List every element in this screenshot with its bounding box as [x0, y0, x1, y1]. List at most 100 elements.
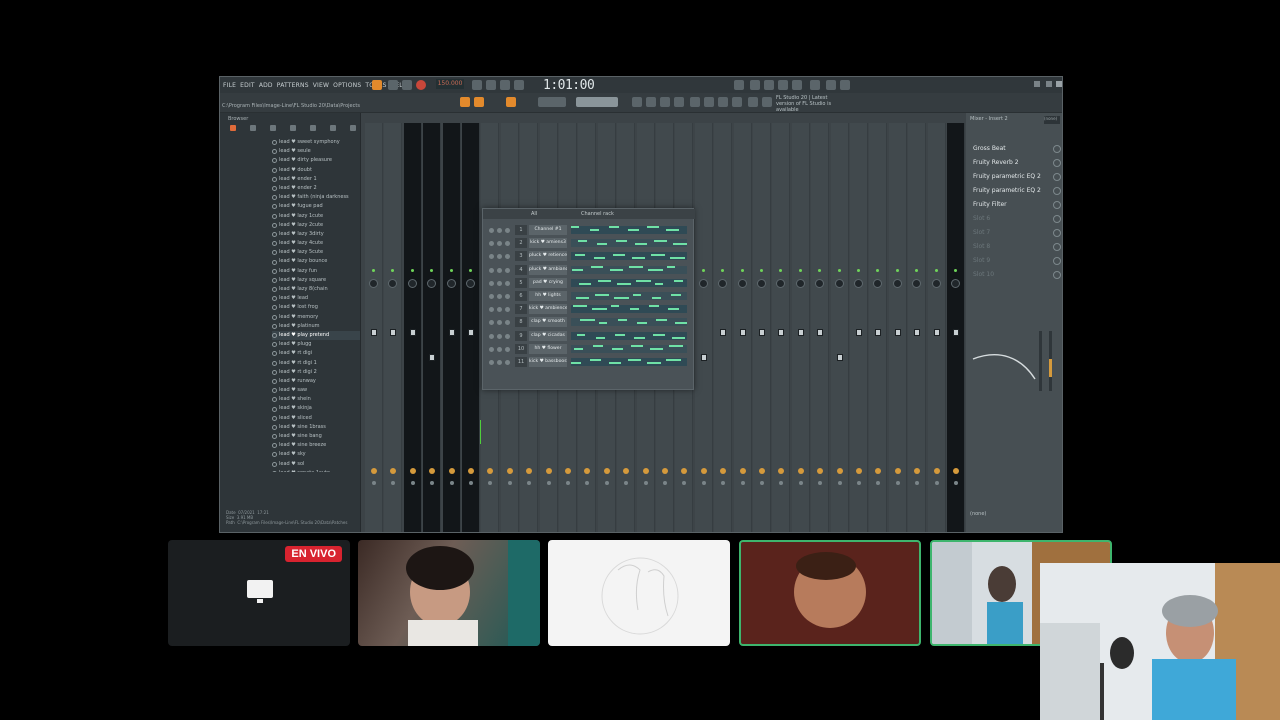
pan-knob[interactable]	[698, 279, 708, 288]
mute-button[interactable]	[489, 294, 494, 299]
channel-name-button[interactable]: pluck ♥ ambiance	[529, 264, 567, 275]
mute-button[interactable]	[489, 228, 494, 233]
send-switch[interactable]	[682, 481, 687, 485]
send-switch[interactable]	[954, 481, 958, 485]
stereo-knob[interactable]	[700, 468, 707, 474]
drawing-share-tile[interactable]	[548, 540, 730, 646]
stereo-knob[interactable]	[759, 468, 765, 474]
browser-file-item[interactable]: lead ♥ rt digi 2	[272, 368, 360, 377]
volume-knob[interactable]	[505, 254, 510, 260]
channel-piano-roll-preview[interactable]	[571, 252, 687, 261]
mixer-track-number[interactable]: 8	[515, 317, 527, 328]
slot-mix-knob[interactable]	[1053, 215, 1061, 223]
send-switch[interactable]	[585, 481, 590, 485]
mixer-strip[interactable]	[811, 123, 830, 532]
effect-slot[interactable]: Slot 6	[969, 213, 1061, 225]
send-switch[interactable]	[430, 481, 435, 485]
stereo-knob[interactable]	[662, 468, 668, 474]
send-switch[interactable]	[857, 481, 861, 485]
mute-button[interactable]	[489, 360, 494, 365]
send-switch[interactable]	[643, 481, 648, 485]
screen-share-tile[interactable]: EN VIVO	[168, 540, 350, 646]
stereo-knob[interactable]	[409, 468, 416, 474]
stereo-knob[interactable]	[720, 468, 727, 474]
mixer-strip[interactable]	[753, 123, 771, 532]
send-switch[interactable]	[391, 481, 396, 485]
browser-file-item[interactable]: lead ♥ rt digi	[272, 349, 360, 358]
browser-file-item[interactable]: lead ♥ skinja	[272, 404, 360, 413]
send-switch[interactable]	[740, 481, 745, 485]
plugin-icon[interactable]	[718, 97, 728, 107]
pan-knob[interactable]	[892, 279, 902, 288]
mute-button[interactable]	[489, 241, 494, 247]
volume-knob[interactable]	[505, 346, 510, 352]
menu-file[interactable]: FILE	[223, 82, 236, 89]
menu-patterns[interactable]: PATTERNS	[277, 82, 309, 89]
browser-cloud-icon[interactable]	[310, 125, 316, 131]
channel-piano-roll-preview[interactable]	[571, 292, 687, 300]
volume-knob[interactable]	[505, 241, 510, 247]
record-button[interactable]	[416, 80, 426, 90]
tool-icon-7[interactable]	[840, 80, 850, 90]
channel-row[interactable]: 6 hh ♥ lights	[487, 291, 691, 302]
volume-fader[interactable]	[759, 329, 765, 336]
insert-output[interactable]: (none)	[970, 511, 986, 517]
mixer-strip[interactable]	[830, 123, 849, 532]
channel-name-button[interactable]: kick ♥ bassboost	[529, 357, 567, 367]
stereo-knob[interactable]	[390, 468, 397, 474]
volume-fader[interactable]	[739, 329, 746, 336]
pan-knob[interactable]	[497, 346, 502, 352]
browser-file-item[interactable]: lead ♥ lead	[272, 294, 360, 303]
pan-knob[interactable]	[757, 279, 766, 288]
browser-file-item[interactable]: lead ♥ sweet symphony	[272, 138, 360, 147]
pan-knob[interactable]	[497, 280, 502, 286]
tool-icon-5[interactable]	[810, 80, 820, 90]
send-switch[interactable]	[566, 481, 570, 485]
view-channel-rack-icon[interactable]	[660, 97, 670, 107]
pan-knob[interactable]	[446, 279, 456, 288]
pan-knob[interactable]	[497, 254, 502, 260]
channel-piano-roll-preview[interactable]	[571, 278, 687, 287]
browser-menu-icon[interactable]	[350, 125, 356, 131]
stereo-knob[interactable]	[468, 468, 474, 474]
stereo-knob[interactable]	[487, 468, 494, 474]
volume-fader[interactable]	[875, 329, 882, 336]
stereo-knob[interactable]	[894, 468, 901, 474]
browser-file-item[interactable]: lead ♥ seule	[272, 147, 360, 156]
channel-rack-filter[interactable]: All	[531, 209, 537, 219]
stereo-knob[interactable]	[856, 468, 862, 474]
pan-knob[interactable]	[497, 241, 502, 247]
pan-knob[interactable]	[815, 279, 825, 288]
browser-file-item[interactable]: lead ♥ lazy 3dirty	[272, 230, 360, 239]
mixer-strip[interactable]	[869, 123, 888, 532]
pan-knob[interactable]	[497, 307, 502, 313]
volume-fader[interactable]	[914, 329, 921, 336]
volume-fader[interactable]	[390, 329, 397, 336]
browser-file-item[interactable]: lead ♥ plugg	[272, 340, 360, 349]
browser-search-icon[interactable]	[290, 125, 296, 131]
stereo-knob[interactable]	[448, 468, 455, 474]
pan-knob[interactable]	[427, 279, 437, 288]
tool-icon-10[interactable]	[762, 97, 772, 107]
stereo-knob[interactable]	[914, 468, 921, 474]
mixer-strip[interactable]	[694, 123, 713, 532]
pan-knob[interactable]	[795, 279, 805, 288]
send-switch[interactable]	[876, 481, 881, 485]
stereo-knob[interactable]	[371, 468, 377, 474]
volume-fader[interactable]	[448, 329, 455, 336]
send-switch[interactable]	[837, 481, 842, 485]
browser-file-item[interactable]: lead ♥ saw	[272, 386, 360, 395]
browser-file-item[interactable]: lead ♥ lazy 5cute	[272, 248, 360, 257]
stereo-knob[interactable]	[836, 468, 843, 474]
send-switch[interactable]	[604, 481, 609, 485]
browser-file-item[interactable]: lead ♥ doubt	[272, 166, 360, 175]
mixer-track-number[interactable]: 7	[515, 304, 527, 315]
channel-row[interactable]: 3 pluck ♥ retience	[487, 251, 691, 262]
channel-piano-roll-preview[interactable]	[571, 344, 687, 353]
countdown-icon[interactable]	[514, 80, 524, 90]
stereo-knob[interactable]	[642, 468, 649, 474]
mute-button[interactable]	[489, 333, 494, 339]
channel-name-button[interactable]: hh ♥ lights	[529, 291, 567, 301]
stereo-knob[interactable]	[506, 468, 513, 474]
browser-file-item[interactable]: lead ♥ shein	[272, 395, 360, 404]
